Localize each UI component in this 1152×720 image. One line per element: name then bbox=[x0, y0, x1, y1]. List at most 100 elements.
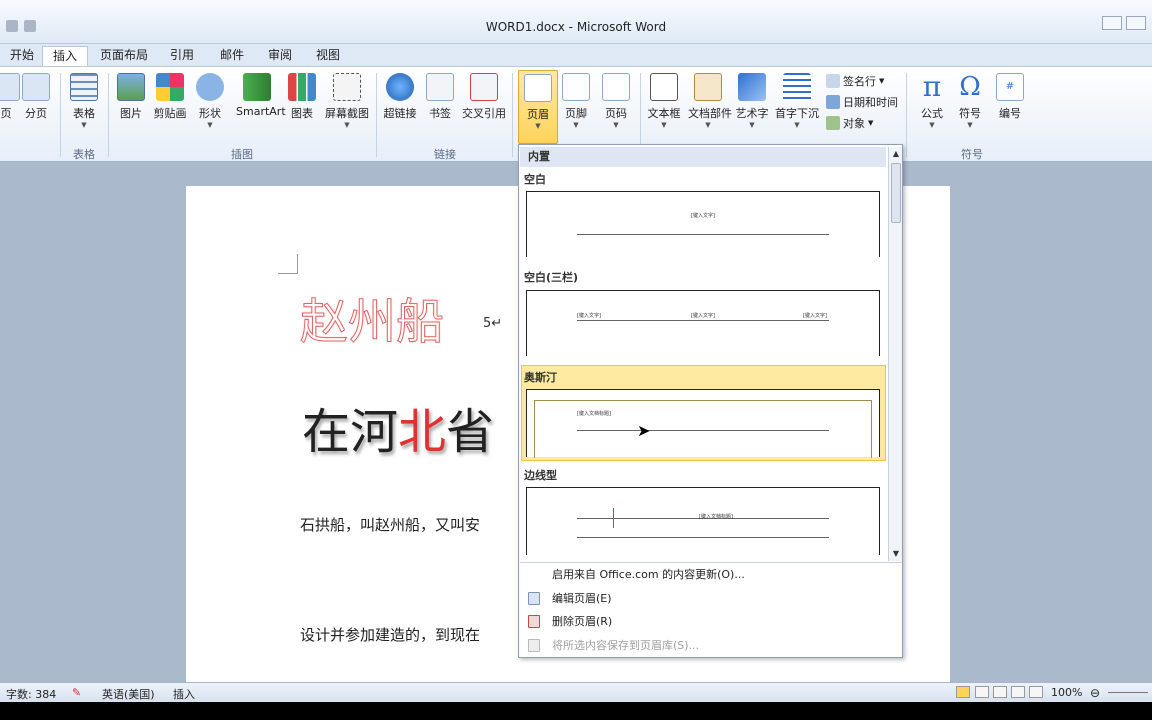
clipart-button[interactable]: 剪贴画 bbox=[150, 73, 190, 121]
quickparts-button[interactable]: 文档部件 ▼ bbox=[688, 73, 732, 129]
zoom-level[interactable]: 100% bbox=[1051, 686, 1082, 699]
divider bbox=[906, 73, 907, 157]
gallery-item-label: 空白(三栏) bbox=[524, 271, 579, 284]
web-layout-view-icon[interactable] bbox=[993, 686, 1007, 698]
object-button[interactable]: 对象 ▼ bbox=[826, 114, 873, 132]
hyperlink-icon bbox=[386, 73, 414, 101]
shapes-icon bbox=[196, 73, 224, 101]
wordart-button[interactable]: 艺术字 ▼ bbox=[732, 73, 772, 129]
smartart-icon bbox=[243, 73, 271, 101]
footer-icon bbox=[562, 73, 590, 101]
quickparts-icon bbox=[694, 73, 722, 101]
outline-view-icon[interactable] bbox=[1011, 686, 1025, 698]
group-label-tables: 表格 bbox=[73, 148, 95, 161]
proofing-icon[interactable]: ✎ bbox=[72, 686, 81, 699]
tab-references[interactable]: 引用 bbox=[160, 46, 204, 66]
number-button[interactable]: # 编号 bbox=[990, 73, 1030, 121]
gallery-item-label: 空白 bbox=[524, 173, 546, 186]
crossref-button[interactable]: 交叉引用 bbox=[462, 73, 506, 121]
signature-line-button[interactable]: 签名行 ▼ bbox=[826, 72, 884, 90]
header-option-austin[interactable]: [键入文档标题] bbox=[526, 389, 880, 458]
screenshot-icon bbox=[333, 73, 361, 101]
divider bbox=[60, 73, 61, 157]
window-controls bbox=[1102, 16, 1146, 30]
menu-item-office-updates[interactable]: 启用来自 Office.com 的内容更新(O)... bbox=[520, 564, 902, 586]
document-heading[interactable]: 赵州船 bbox=[299, 282, 444, 352]
divider bbox=[512, 73, 513, 157]
dropcap-icon bbox=[783, 73, 811, 101]
page-number-button[interactable]: 页码 ▼ bbox=[596, 73, 636, 129]
document-large-line[interactable]: 在河北省 bbox=[302, 392, 518, 462]
page-break-icon bbox=[22, 73, 50, 101]
tab-mailings[interactable]: 邮件 bbox=[210, 46, 254, 66]
datetime-button[interactable]: 日期和时间 bbox=[826, 93, 898, 111]
signature-icon bbox=[826, 74, 840, 88]
draft-view-icon[interactable] bbox=[1029, 686, 1043, 698]
group-label-symbols: 符号 bbox=[961, 148, 983, 161]
header-option-blank[interactable]: [键入文字] bbox=[526, 191, 880, 257]
word-count[interactable]: 字数: 384 bbox=[6, 686, 56, 702]
edit-header-icon bbox=[528, 592, 540, 605]
gallery-scrollbar[interactable]: ▲ ▼ bbox=[888, 147, 902, 561]
remove-header-icon bbox=[528, 615, 540, 628]
paragraph-mark: 5↵ bbox=[483, 316, 503, 331]
divider bbox=[108, 73, 109, 157]
mouse-pointer-icon: ➤ bbox=[637, 421, 651, 440]
minimize-button[interactable] bbox=[1102, 16, 1122, 30]
document-paragraph-2[interactable]: 设计并参加建造的，到现在 bbox=[300, 624, 516, 645]
wordart-icon bbox=[738, 73, 766, 101]
zoom-out-icon[interactable]: ⊖ bbox=[1090, 686, 1100, 700]
insert-mode-indicator[interactable]: 插入 bbox=[173, 686, 195, 702]
save-selection-icon bbox=[528, 639, 540, 652]
header-gallery-dropdown: 内置 空白 [键入文字] 空白(三栏) [键入文字] [键入文字] [键入文字]… bbox=[518, 144, 903, 658]
document-paragraph-1[interactable]: 石拱船，叫赵州船，又叫安 bbox=[300, 514, 516, 535]
picture-icon bbox=[117, 73, 145, 101]
smartart-button[interactable]: SmartArt bbox=[236, 73, 286, 118]
margin-corner-mark bbox=[278, 254, 298, 274]
language-indicator[interactable]: 英语(美国) bbox=[102, 686, 155, 702]
dropcap-button[interactable]: 首字下沉 ▼ bbox=[774, 73, 820, 129]
tab-review[interactable]: 审阅 bbox=[258, 46, 302, 66]
menu-item-remove-header[interactable]: 删除页眉(R) bbox=[520, 611, 902, 633]
screenshot-button[interactable]: 屏幕截图 ▼ bbox=[324, 73, 370, 129]
ribbon-tabs: 开始 插入 页面布局 引用 邮件 审阅 视图 bbox=[0, 44, 1152, 66]
header-option-sideline[interactable]: [键入文档标题] bbox=[526, 487, 880, 555]
page-break-button[interactable]: 分页 bbox=[16, 73, 56, 121]
pagenumber-icon bbox=[602, 73, 630, 101]
symbol-button[interactable]: Ω 符号 ▼ bbox=[950, 73, 990, 129]
header-button[interactable]: 页眉 ▼ bbox=[518, 70, 558, 144]
hyperlink-button[interactable]: 超链接 bbox=[380, 73, 420, 121]
clipart-icon bbox=[156, 73, 184, 101]
maximize-button[interactable] bbox=[1126, 16, 1146, 30]
menu-item-edit-header[interactable]: 编辑页眉(E) bbox=[520, 588, 902, 610]
zoom-slider[interactable] bbox=[1108, 692, 1148, 693]
footer-button[interactable]: 页脚 ▼ bbox=[556, 73, 596, 129]
full-screen-view-icon[interactable] bbox=[975, 686, 989, 698]
bookmark-button[interactable]: 书签 bbox=[420, 73, 460, 121]
equation-button[interactable]: π 公式 ▼ bbox=[912, 70, 952, 130]
calendar-icon bbox=[826, 95, 840, 109]
group-label-illustrations: 插图 bbox=[231, 148, 253, 161]
gallery-item-label: 边线型 bbox=[524, 469, 557, 482]
chart-icon bbox=[288, 73, 316, 101]
pi-icon: π bbox=[922, 70, 942, 103]
scroll-down-icon[interactable]: ▼ bbox=[890, 548, 902, 560]
title-bar: WORD1.docx - Microsoft Word bbox=[0, 0, 1152, 44]
header-option-blank-three-column[interactable]: [键入文字] [键入文字] [键入文字] bbox=[526, 290, 880, 356]
picture-button[interactable]: 图片 bbox=[111, 73, 151, 121]
tab-home[interactable]: 开始 bbox=[0, 46, 44, 66]
chart-button[interactable]: 图表 bbox=[282, 73, 322, 121]
window-title: WORD1.docx - Microsoft Word bbox=[485, 20, 667, 34]
print-layout-view-icon[interactable] bbox=[956, 686, 970, 698]
scrollbar-thumb[interactable] bbox=[891, 163, 901, 223]
tab-view[interactable]: 视图 bbox=[306, 46, 350, 66]
tab-insert[interactable]: 插入 bbox=[42, 46, 89, 66]
scroll-up-icon[interactable]: ▲ bbox=[890, 148, 902, 160]
crossref-icon bbox=[470, 73, 498, 101]
shapes-button[interactable]: 形状 ▼ bbox=[190, 73, 230, 129]
gallery-section-heading: 内置 bbox=[520, 147, 886, 167]
textbox-button[interactable]: 文本框 ▼ bbox=[644, 73, 684, 129]
tab-page-layout[interactable]: 页面布局 bbox=[90, 46, 158, 66]
table-button[interactable]: 表格 ▼ bbox=[64, 73, 104, 129]
header-icon bbox=[524, 74, 552, 102]
